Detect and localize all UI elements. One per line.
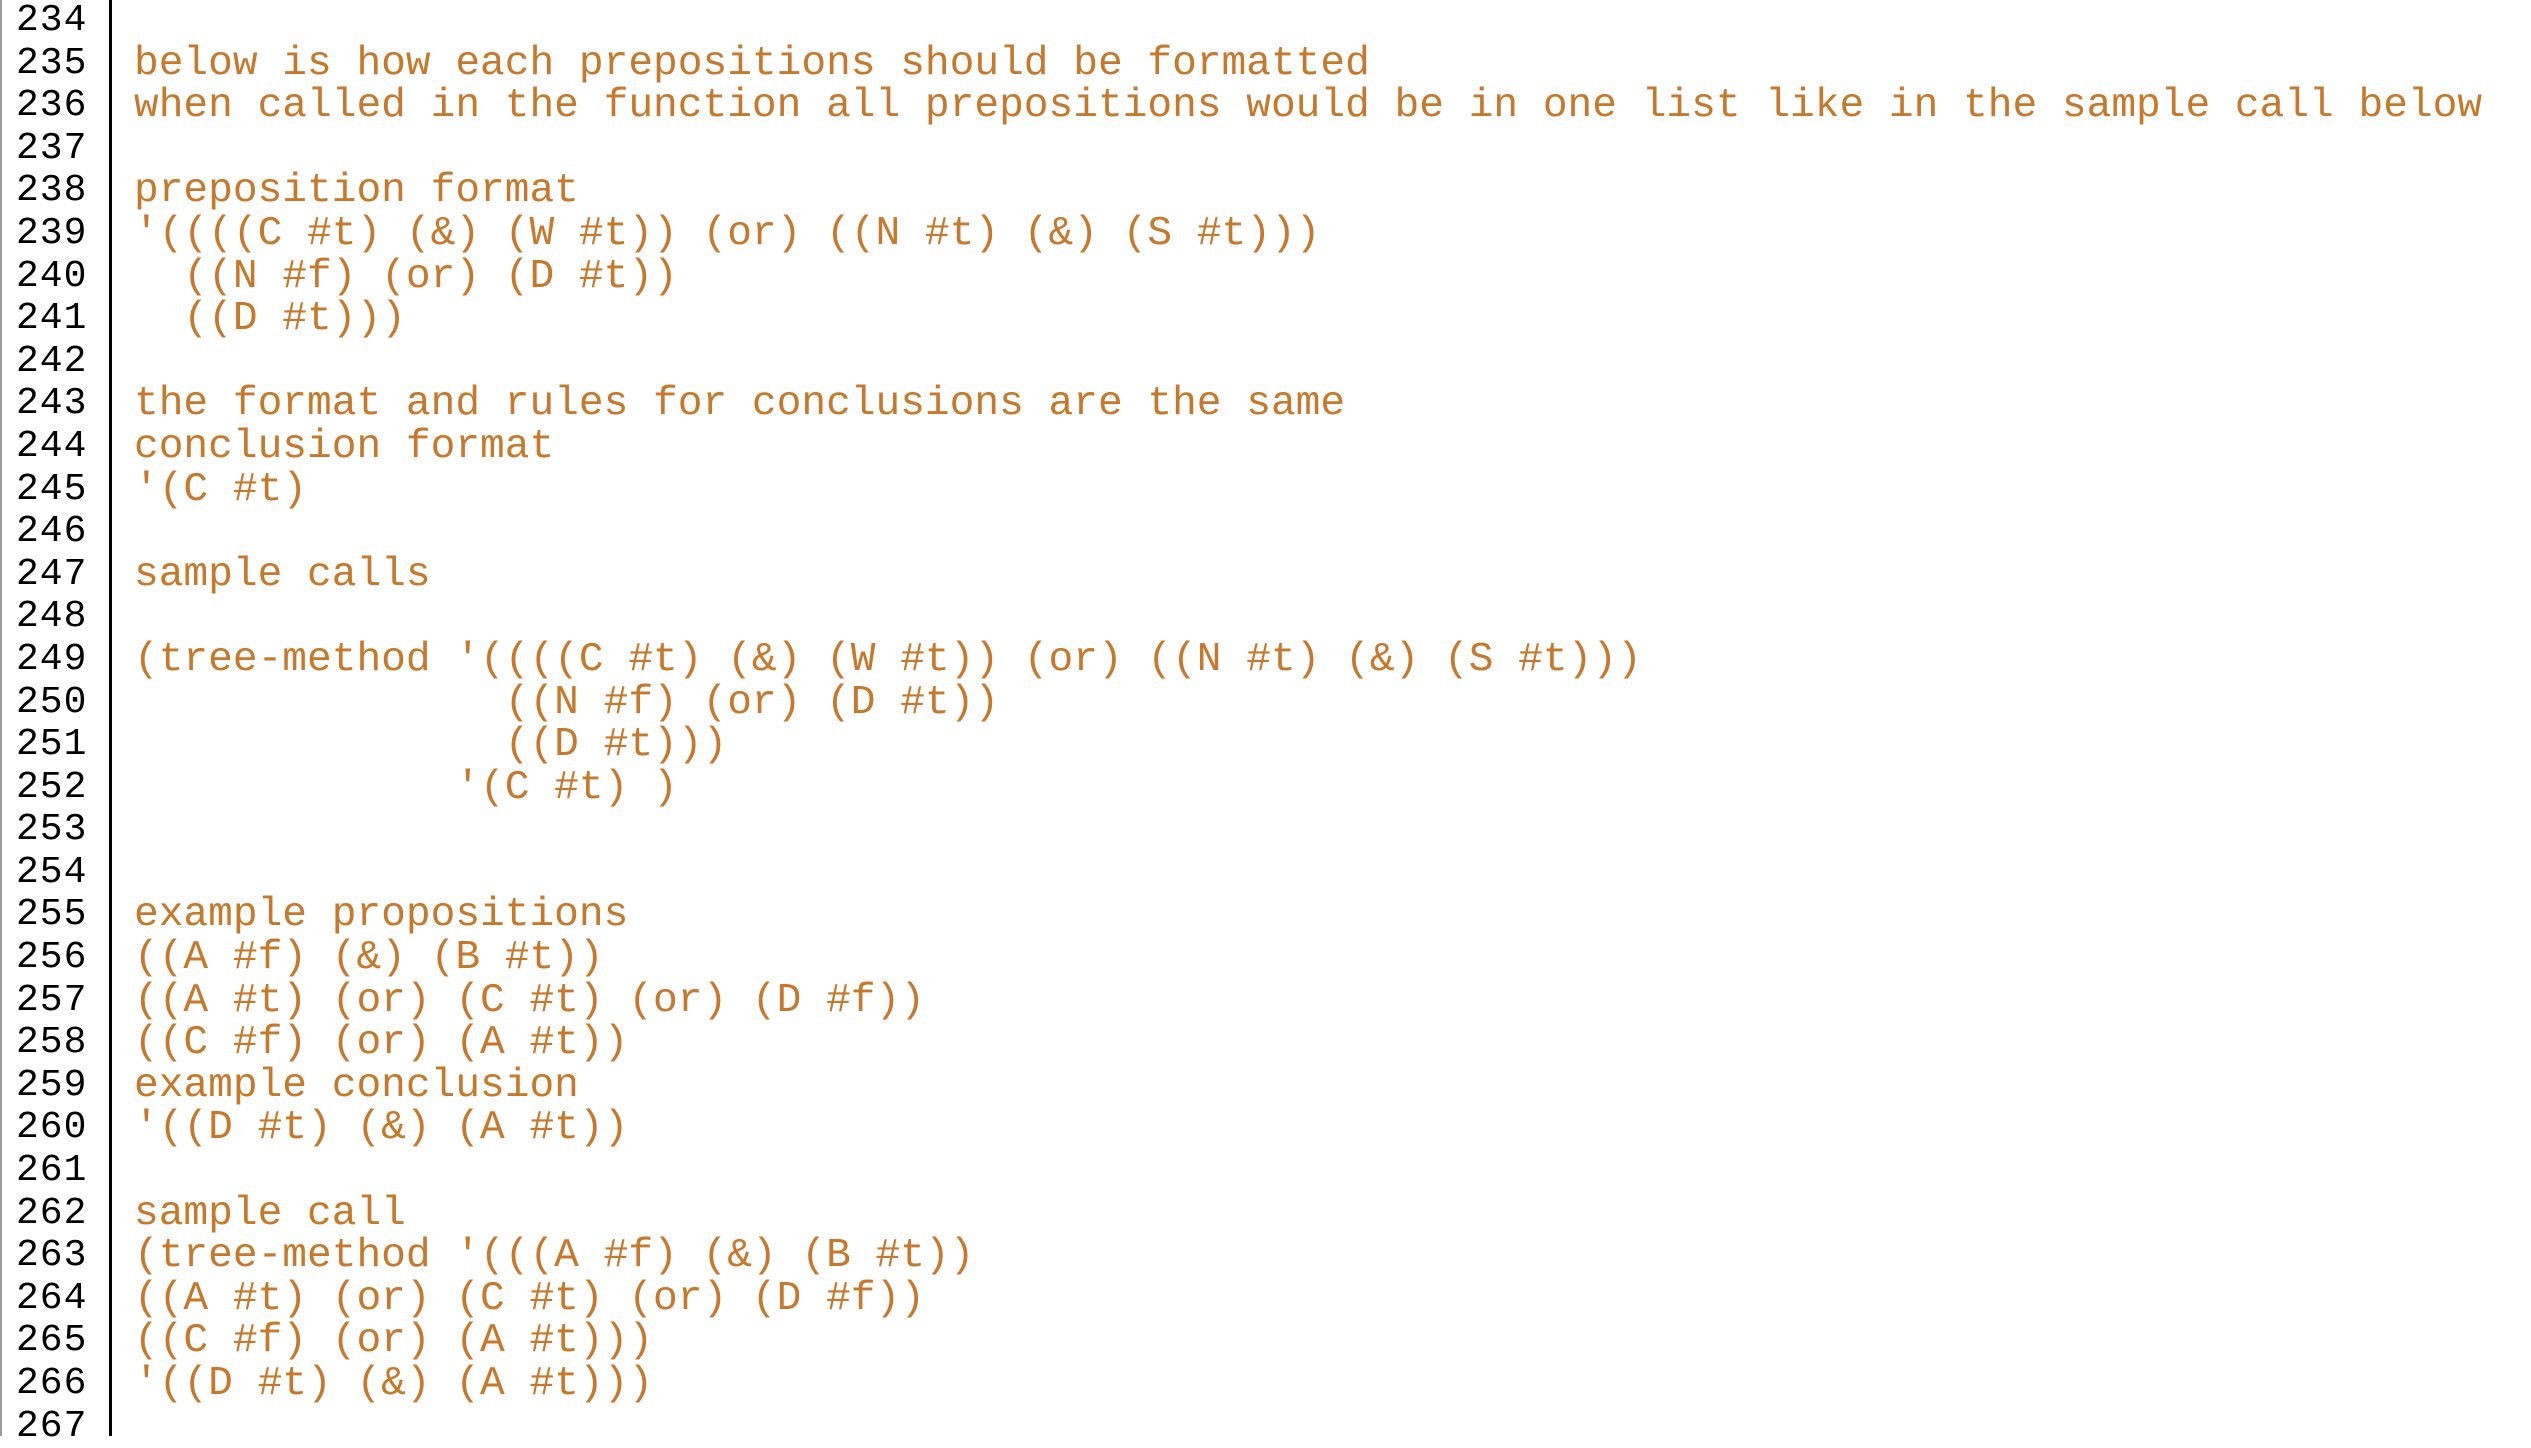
code-line[interactable]: example propositions <box>134 894 2531 937</box>
code-line[interactable]: conclusion format <box>134 426 2531 469</box>
code-line[interactable]: ((C #f) (or) (A #t))) <box>134 1320 2531 1363</box>
code-line[interactable] <box>134 1406 2531 1436</box>
code-line[interactable] <box>134 128 2531 171</box>
line-number: 253 <box>16 808 88 852</box>
line-number: 245 <box>16 467 88 511</box>
line-number: 255 <box>16 893 88 937</box>
code-line[interactable]: when called in the function all preposit… <box>134 85 2531 128</box>
code-line[interactable] <box>134 852 2531 895</box>
line-number: 235 <box>16 41 88 85</box>
line-number: 242 <box>16 339 88 383</box>
code-line[interactable]: (tree-method '((((C #t) (&) (W #t)) (or)… <box>134 639 2531 682</box>
line-number: 249 <box>16 637 88 681</box>
line-number: 250 <box>16 680 88 724</box>
line-number: 240 <box>16 254 88 298</box>
line-number: 248 <box>16 595 88 639</box>
line-number: 258 <box>16 1021 88 1065</box>
line-number: 247 <box>16 552 88 596</box>
line-number: 239 <box>16 211 88 255</box>
code-line[interactable]: ((D #t))) <box>134 724 2531 767</box>
line-number-gutter: 234 235 236 237 238 239 240 241 242 243 244 245 246 2… <box>0 0 112 1447</box>
line-number: 241 <box>16 297 88 341</box>
code-line[interactable]: '(C #t) <box>134 468 2531 512</box>
code-line[interactable]: ((D #t))) <box>134 298 2531 341</box>
line-number: 236 <box>16 84 88 128</box>
code-line[interactable] <box>134 341 2531 384</box>
code-line[interactable]: ((N #f) (or) (D #t)) <box>134 681 2531 725</box>
line-number: 262 <box>16 1191 88 1235</box>
code-line[interactable]: '(C #t) ) <box>134 767 2531 810</box>
code-line[interactable] <box>134 1150 2531 1193</box>
code-line[interactable]: the format and rules for conclusions are… <box>134 383 2531 426</box>
code-line[interactable]: example conclusion <box>134 1065 2531 1108</box>
code-line[interactable]: '((D #t) (&) (A #t))) <box>134 1363 2531 1406</box>
code-line[interactable]: '((((C #t) (&) (W #t)) (or) ((N #t) (&) … <box>134 213 2531 256</box>
code-line[interactable]: ((A #t) (or) (C #t) (or) (D #f)) <box>134 980 2531 1023</box>
code-line[interactable]: sample calls <box>134 554 2531 597</box>
line-number: 266 <box>16 1362 88 1405</box>
line-number: 246 <box>16 510 88 554</box>
line-number: 251 <box>16 723 88 767</box>
code-line[interactable]: (tree-method '(((A #f) (&) (B #t)) <box>134 1235 2531 1278</box>
line-number: 263 <box>16 1234 88 1278</box>
line-number: 256 <box>16 936 88 980</box>
code-line[interactable]: ((A #f) (&) (B #t)) <box>134 937 2531 980</box>
line-number: 237 <box>16 126 88 170</box>
code-line[interactable]: preposition format <box>134 170 2531 213</box>
line-number: 244 <box>16 424 88 468</box>
line-number: 267 <box>16 1404 88 1448</box>
line-number: 238 <box>16 169 88 213</box>
code-editor: 234 235 236 237 238 239 240 241 242 243 244 245 246 2… <box>0 0 2531 1447</box>
line-number: 257 <box>16 978 88 1022</box>
code-line[interactable]: ((N #f) (or) (D #t)) <box>134 255 2531 299</box>
line-number: 234 <box>16 0 88 42</box>
code-line[interactable] <box>134 596 2531 639</box>
code-line[interactable] <box>134 0 2531 43</box>
line-number: 265 <box>16 1319 88 1363</box>
code-line[interactable]: ((A #t) (or) (C #t) (or) (D #f)) <box>134 1278 2531 1321</box>
line-number: 264 <box>16 1276 88 1320</box>
code-line[interactable]: below is how each prepositions should be… <box>134 42 2531 86</box>
line-number: 243 <box>16 382 88 426</box>
code-line[interactable] <box>134 809 2531 852</box>
code-line[interactable]: '((D #t) (&) (A #t)) <box>134 1107 2531 1150</box>
line-number: 260 <box>16 1106 88 1150</box>
line-number: 254 <box>16 850 88 894</box>
code-text-area[interactable]: below is how each prepositions should be… <box>112 0 2531 1436</box>
code-line[interactable] <box>134 511 2531 554</box>
line-number: 261 <box>16 1149 88 1193</box>
code-line[interactable]: ((C #f) (or) (A #t)) <box>134 1022 2531 1065</box>
line-number: 259 <box>16 1063 88 1107</box>
code-line[interactable]: sample call <box>134 1193 2531 1236</box>
line-number: 252 <box>16 765 88 809</box>
